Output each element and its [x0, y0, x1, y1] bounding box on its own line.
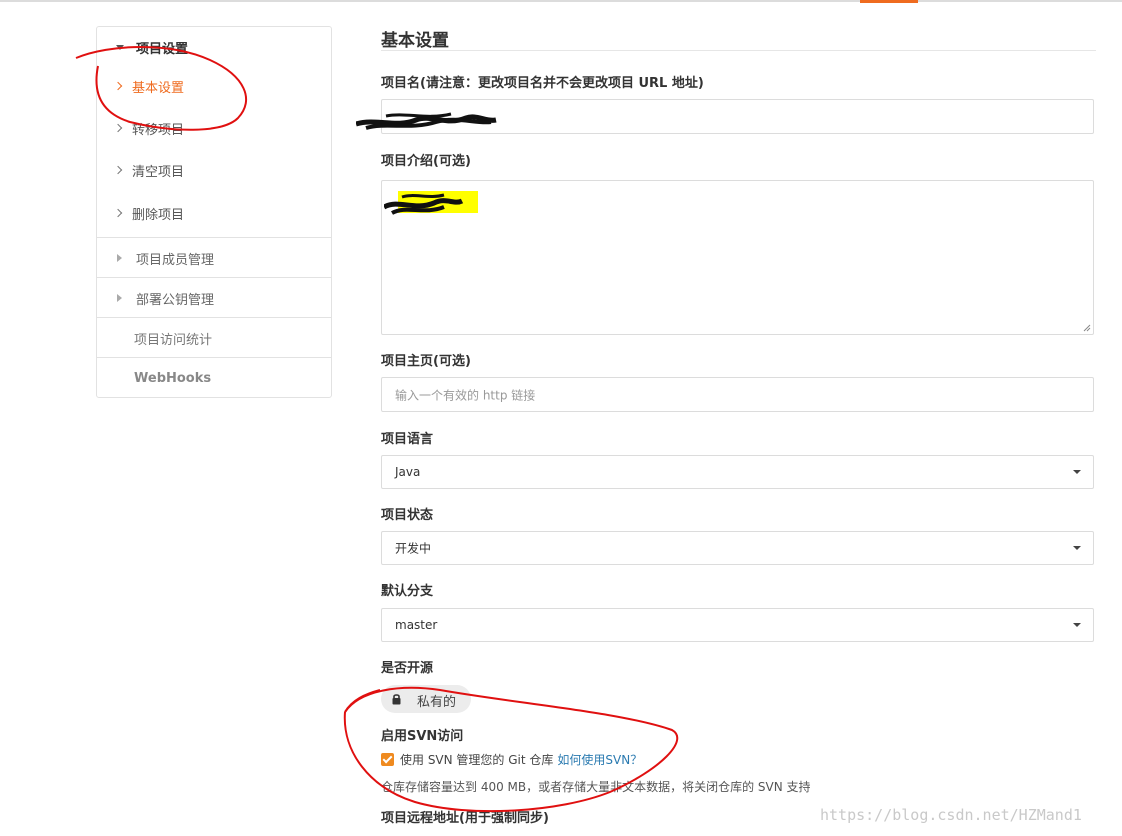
- top-border: [0, 0, 1122, 2]
- default-branch-value: master: [395, 618, 438, 632]
- caret-right-icon: [117, 254, 122, 262]
- svn-checkbox[interactable]: [381, 752, 394, 766]
- svn-checkbox-label: 使用 SVN 管理您的 Git 仓库: [400, 752, 554, 767]
- language-value: Java: [395, 465, 421, 479]
- project-name-input[interactable]: [356, 99, 1094, 134]
- title-divider: [381, 50, 1096, 51]
- watermark: https://blog.csdn.net/HZMand1: [820, 806, 1082, 824]
- active-nav-indicator: [860, 0, 918, 3]
- sidebar-item-label: 清空项目: [132, 164, 185, 180]
- caret-down-icon: [116, 44, 124, 50]
- language-select[interactable]: Java: [381, 455, 1094, 489]
- redaction-scribble: [384, 191, 478, 215]
- description-textarea[interactable]: [381, 180, 1094, 335]
- dropdown-arrow-icon: [1073, 546, 1081, 550]
- sidebar-item-clear-project[interactable]: 清空项目: [97, 149, 331, 191]
- sidebar-item-label: 基本设置: [132, 80, 185, 96]
- svn-label: 启用SVN访问: [381, 729, 464, 744]
- sidebar-group-deploy-keys[interactable]: 部署公钥管理: [97, 277, 331, 318]
- sidebar-item-transfer-project[interactable]: 转移项目: [97, 107, 331, 149]
- sidebar-group-label: 项目访问统计: [134, 332, 213, 348]
- sidebar-group-label: WebHooks: [134, 370, 212, 386]
- sidebar-item-delete-project[interactable]: 删除项目: [97, 192, 331, 234]
- status-label: 项目状态: [381, 508, 434, 523]
- svn-note: 仓库存储容量达到 400 MB，或者存储大量非文本数据，将关闭仓库的 SVN 支…: [381, 780, 811, 794]
- chevron-right-icon: [113, 123, 123, 133]
- sidebar-header-label: 项目设置: [136, 41, 189, 57]
- svn-option-row: 使用 SVN 管理您的 Git 仓库 如何使用SVN？: [381, 751, 642, 767]
- project-name-label: 项目名(请注意：更改项目名并不会更改项目 URL 地址): [381, 76, 704, 91]
- remote-url-label: 项目远程地址(用于强制同步): [381, 811, 549, 826]
- homepage-placeholder: 输入一个有效的 http 链接: [395, 388, 536, 402]
- dropdown-arrow-icon: [1073, 623, 1081, 627]
- language-label: 项目语言: [381, 432, 434, 447]
- sidebar-item-basic-settings[interactable]: 基本设置: [97, 65, 331, 107]
- sidebar-header-project-settings[interactable]: 项目设置: [97, 27, 331, 67]
- sidebar-group-webhooks[interactable]: WebHooks: [97, 357, 331, 398]
- chevron-right-icon: [113, 81, 123, 91]
- chevron-right-icon: [113, 208, 123, 218]
- sidebar-item-label: 删除项目: [132, 207, 185, 223]
- sidebar-group-members[interactable]: 项目成员管理: [97, 237, 331, 278]
- sidebar-group-access-stats[interactable]: 项目访问统计: [97, 317, 331, 358]
- sidebar-group-label: 部署公钥管理: [136, 292, 215, 308]
- redaction-scribble: [356, 112, 497, 130]
- homepage-label: 项目主页(可选): [381, 354, 471, 369]
- status-value: 开发中: [395, 541, 432, 556]
- open-source-label: 是否开源: [381, 661, 434, 676]
- visibility-toggle[interactable]: 私有的: [381, 685, 471, 713]
- status-select[interactable]: 开发中: [381, 531, 1094, 565]
- page-title: 基本设置: [381, 31, 449, 51]
- default-branch-select[interactable]: master: [381, 608, 1094, 642]
- sidebar-item-label: 转移项目: [132, 122, 185, 138]
- chevron-right-icon: [113, 165, 123, 175]
- svn-help-link[interactable]: 如何使用SVN？: [557, 751, 642, 768]
- settings-sidebar: 项目设置 基本设置 转移项目 清空项目 删除项目 项目成员管理 部署公钥管理 项…: [96, 26, 332, 398]
- homepage-input[interactable]: 输入一个有效的 http 链接: [381, 377, 1094, 412]
- resize-handle-icon[interactable]: [1083, 324, 1091, 332]
- lock-icon: [392, 694, 401, 705]
- description-label: 项目介绍(可选): [381, 154, 471, 169]
- dropdown-arrow-icon: [1073, 470, 1081, 474]
- sidebar-group-label: 项目成员管理: [136, 252, 215, 268]
- default-branch-label: 默认分支: [381, 584, 434, 599]
- caret-right-icon: [117, 294, 122, 302]
- visibility-label: 私有的: [417, 695, 457, 710]
